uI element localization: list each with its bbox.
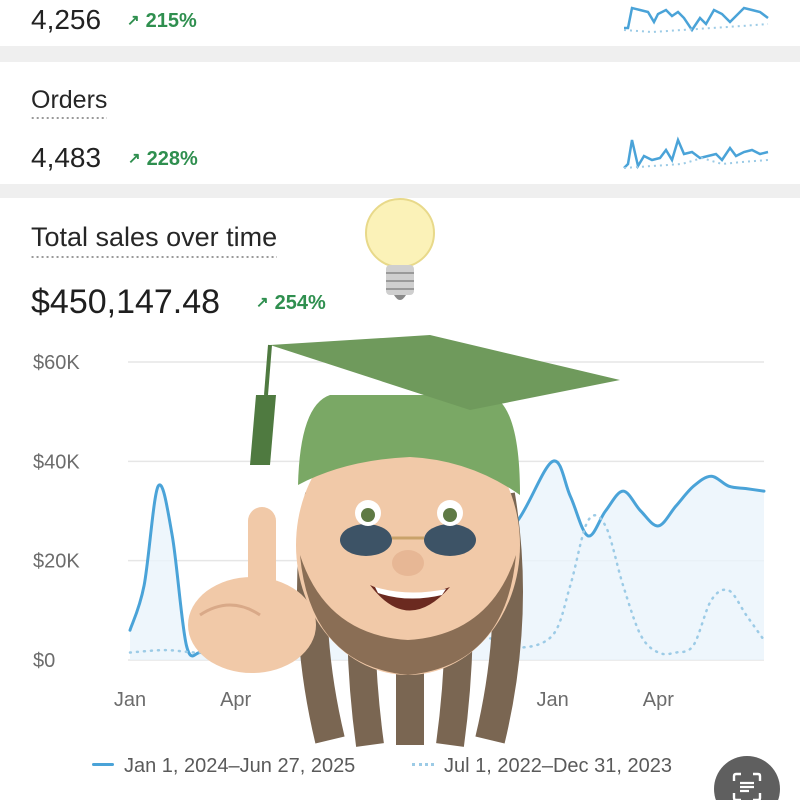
metric-change: ↗ 228% <box>128 148 198 171</box>
scan-text-icon <box>732 772 762 800</box>
graduate-memoji-sticker <box>188 198 620 747</box>
arrow-up-right-icon: ↗ <box>127 12 140 29</box>
metric-card-orders[interactable]: Orders 4,483 ↗ 228% <box>0 62 800 184</box>
y-tick-label: $60K <box>33 352 80 374</box>
scan-button[interactable] <box>714 756 780 800</box>
arrow-up-right-icon: ↗ <box>128 150 141 167</box>
y-tick-label: $0 <box>33 650 55 672</box>
x-tick-label: Jan <box>114 689 146 711</box>
y-tick-label: $20K <box>33 551 80 573</box>
legend-swatch-dotted <box>412 763 434 766</box>
sparkline-chart <box>623 6 769 34</box>
metric-value: 4,483 <box>31 142 102 173</box>
metric-change-value: 215% <box>145 10 197 32</box>
legend-label: Jul 1, 2022–Dec 31, 2023 <box>444 755 672 777</box>
metric-title[interactable]: Orders <box>31 86 108 119</box>
metric-change-value: 228% <box>146 148 198 170</box>
metric-change: ↗ 215% <box>127 10 197 33</box>
legend-item-current[interactable]: Jan 1, 2024–Jun 27, 2025 <box>92 755 355 778</box>
lightbulb-icon <box>365 198 435 300</box>
y-tick-label: $40K <box>33 451 80 473</box>
legend-label: Jan 1, 2024–Jun 27, 2025 <box>124 755 356 777</box>
legend-item-comparison[interactable]: Jul 1, 2022–Dec 31, 2023 <box>412 755 672 778</box>
metric-card-1[interactable]: 4,256 ↗ 215% <box>0 0 800 46</box>
x-tick-label: Apr <box>643 689 674 711</box>
metric-value: 4,256 <box>31 4 102 35</box>
sparkline-chart <box>623 136 769 170</box>
card-separator <box>0 46 800 62</box>
legend-swatch-solid <box>92 763 114 766</box>
